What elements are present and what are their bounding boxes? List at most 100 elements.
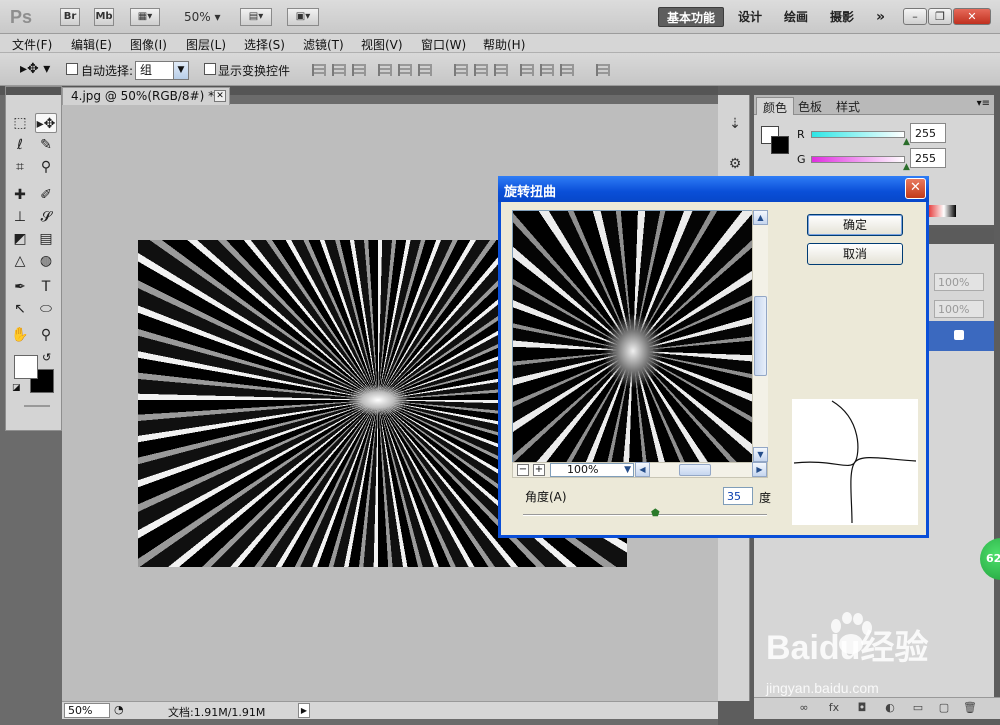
hand-tool-icon[interactable]: ✋ — [9, 325, 31, 345]
green-channel-slider[interactable] — [811, 156, 905, 163]
brush-tool-icon[interactable]: ✐ — [35, 185, 57, 205]
history-brush-tool-icon[interactable]: 𝓢 — [35, 207, 57, 227]
layer-opacity-field[interactable]: 100% — [934, 273, 984, 291]
history-panel-icon[interactable]: ⇣ — [726, 115, 744, 133]
type-tool-icon[interactable]: T — [35, 277, 57, 297]
cancel-button[interactable]: 取消 — [807, 243, 903, 265]
zoom-in-button[interactable]: + — [533, 464, 545, 476]
workspace-essentials[interactable]: 基本功能 — [658, 7, 725, 27]
color-ramp[interactable] — [926, 205, 956, 217]
screen-mode-button[interactable]: ▣▾ — [287, 8, 319, 26]
move-tool-icon[interactable]: ▸✥ — [35, 113, 57, 133]
menu-help[interactable]: 帮助(H) — [483, 36, 525, 53]
panel-menu-icon[interactable]: ▾≡ — [977, 98, 990, 109]
distribute-bottom-icon[interactable] — [494, 64, 508, 76]
brush-presets-panel-icon[interactable]: ⚙ — [726, 155, 744, 173]
status-share-icon[interactable]: ◔ — [114, 703, 124, 716]
angle-slider-thumb-icon[interactable]: ⬟ — [651, 508, 660, 519]
tab-styles[interactable]: 样式 — [830, 97, 866, 115]
show-transform-controls-checkbox[interactable] — [204, 63, 216, 75]
move-tool-preset-icon[interactable]: ▸✥ ▾ — [20, 61, 50, 77]
distribute-vertical-center-icon[interactable] — [474, 64, 488, 76]
menu-image[interactable]: 图像(I) — [130, 36, 167, 53]
close-app-button[interactable]: ✕ — [953, 8, 991, 25]
panel-background-swatch[interactable] — [771, 136, 789, 154]
lasso-tool-icon[interactable]: ℓ — [9, 135, 31, 155]
new-layer-icon[interactable]: ▢ — [936, 701, 952, 716]
red-channel-slider[interactable] — [811, 131, 905, 138]
adjustment-layer-icon[interactable]: ◐ — [882, 701, 898, 716]
distribute-right-icon[interactable] — [560, 64, 574, 76]
status-menu-arrow-icon[interactable]: ▶ — [298, 703, 310, 718]
zoom-out-button[interactable]: − — [517, 464, 529, 476]
auto-select-target-select[interactable]: 组 ▼ — [135, 61, 189, 80]
auto-select-checkbox[interactable] — [66, 63, 78, 75]
preview-vertical-scrollbar[interactable]: ▲ ▼ — [752, 210, 768, 462]
restore-button[interactable]: ❐ — [928, 8, 952, 25]
bridge-button[interactable]: Br — [60, 8, 80, 26]
workspace-photography[interactable]: 摄影 — [822, 7, 862, 27]
dodge-tool-icon[interactable]: ◍ — [35, 251, 57, 271]
menu-file[interactable]: 文件(F) — [12, 36, 52, 53]
distribute-left-icon[interactable] — [520, 64, 534, 76]
minimize-button[interactable]: – — [903, 8, 927, 25]
red-channel-value[interactable]: 255 — [910, 123, 946, 143]
crop-tool-icon[interactable]: ⌗ — [9, 157, 31, 177]
layer-fill-field[interactable]: 100% — [934, 300, 984, 318]
path-selection-tool-icon[interactable]: ↖ — [9, 299, 31, 319]
pen-tool-icon[interactable]: ✒ — [9, 277, 31, 297]
foreground-color-swatch[interactable] — [14, 355, 38, 379]
layer-style-icon[interactable]: fx — [826, 701, 842, 716]
layer-mask-icon[interactable]: ◘ — [854, 701, 870, 716]
close-icon[interactable]: ✕ — [214, 90, 226, 102]
menu-layer[interactable]: 图层(L) — [186, 36, 226, 53]
menu-select[interactable]: 选择(S) — [244, 36, 285, 53]
quick-selection-tool-icon[interactable]: ✎ — [35, 135, 57, 155]
menu-window[interactable]: 窗口(W) — [421, 36, 466, 53]
distribute-top-icon[interactable] — [454, 64, 468, 76]
ok-button[interactable]: 确定 — [807, 214, 903, 236]
view-extras-button[interactable]: ▦▾ — [130, 8, 160, 26]
marquee-tool-icon[interactable]: ⬚ — [9, 113, 31, 133]
angle-slider[interactable] — [523, 514, 767, 516]
more-workspaces-button[interactable]: » — [868, 7, 893, 27]
dialog-close-button[interactable]: ✕ — [905, 178, 926, 199]
filter-preview[interactable] — [512, 210, 768, 464]
arrange-documents-button[interactable]: ▤▾ — [240, 8, 272, 26]
menu-view[interactable]: 视图(V) — [361, 36, 403, 53]
workspace-design[interactable]: 设计 — [730, 7, 770, 27]
angle-input[interactable]: 35 — [723, 487, 753, 505]
menu-edit[interactable]: 编辑(E) — [71, 36, 112, 53]
vertical-scroll-thumb[interactable] — [754, 296, 767, 376]
align-bottom-icon[interactable] — [352, 64, 366, 76]
scroll-right-icon[interactable]: ▶ — [752, 462, 767, 477]
align-horizontal-center-icon[interactable] — [398, 64, 412, 76]
zoom-level-dropdown[interactable]: 50% ▾ — [184, 10, 221, 24]
align-right-icon[interactable] — [418, 64, 432, 76]
align-top-icon[interactable] — [312, 64, 326, 76]
align-vertical-center-icon[interactable] — [332, 64, 346, 76]
clone-stamp-tool-icon[interactable]: ⊥ — [9, 207, 31, 227]
green-slider-thumb-icon[interactable]: ▲ — [903, 162, 910, 172]
workspace-painting[interactable]: 绘画 — [776, 7, 816, 27]
gradient-tool-icon[interactable]: ▤ — [35, 229, 57, 249]
new-group-icon[interactable]: ▭ — [910, 701, 926, 716]
blur-tool-icon[interactable]: △ — [9, 251, 31, 271]
scroll-down-icon[interactable]: ▼ — [753, 447, 768, 462]
swap-colors-icon[interactable]: ↺ — [42, 351, 51, 364]
align-left-icon[interactable] — [378, 64, 392, 76]
default-colors-icon[interactable]: ◪ — [12, 383, 21, 393]
document-tab[interactable]: 4.jpg @ 50%(RGB/8#) * ✕ — [62, 87, 230, 105]
eyedropper-tool-icon[interactable]: ⚲ — [35, 157, 57, 177]
zoom-tool-icon[interactable]: ⚲ — [35, 325, 57, 345]
horizontal-scroll-thumb[interactable] — [679, 464, 711, 476]
red-slider-thumb-icon[interactable]: ▲ — [903, 137, 910, 147]
tab-color[interactable]: 颜色 — [756, 97, 795, 115]
preview-zoom-select[interactable]: 100% ▼ — [550, 463, 634, 477]
menu-filter[interactable]: 滤镜(T) — [303, 36, 344, 53]
status-zoom-field[interactable]: 50% — [64, 703, 110, 718]
link-layers-icon[interactable]: ∞ — [796, 701, 812, 716]
mini-bridge-button[interactable]: Mb — [94, 8, 114, 26]
scroll-up-icon[interactable]: ▲ — [753, 210, 768, 225]
scroll-left-icon[interactable]: ◀ — [635, 462, 650, 477]
